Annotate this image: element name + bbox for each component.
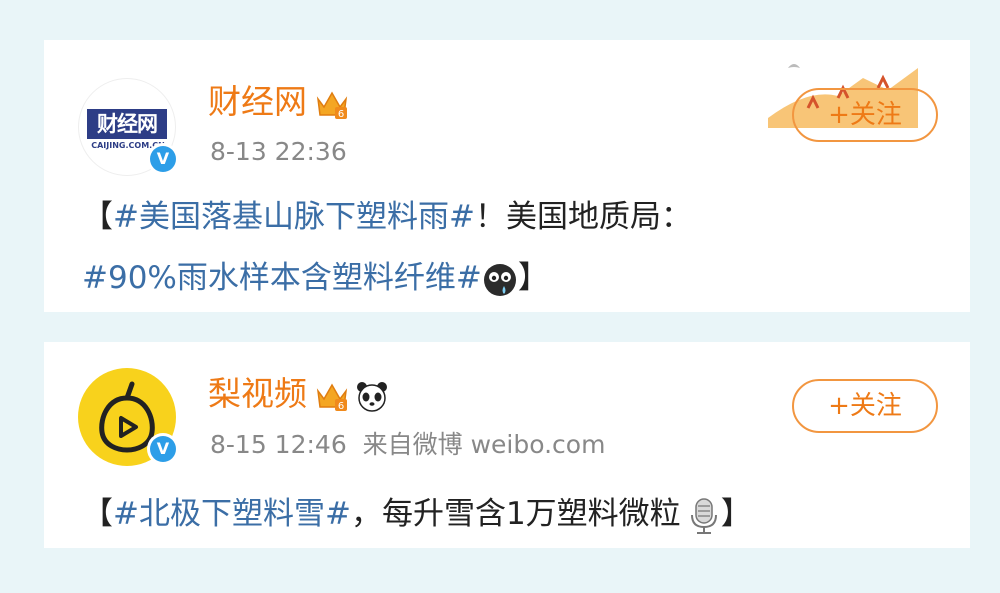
avatar-logo-text: 财经网 xyxy=(87,109,167,139)
hashtag-link[interactable]: #美国落基山脉下塑料雨# xyxy=(113,199,475,235)
username-text[interactable]: 梨视频 xyxy=(208,374,307,413)
crown-level-text: 6 xyxy=(338,109,344,120)
post-text: ！美国地质局： xyxy=(474,199,692,235)
follow-button[interactable]: +关注 xyxy=(792,88,938,142)
crown-level-icon: 6 xyxy=(316,382,348,412)
hashtag-link[interactable]: #北极下塑料雪# xyxy=(113,496,351,532)
username[interactable]: 梨视频 6 xyxy=(208,374,389,414)
bracket-open: 【 xyxy=(82,199,113,235)
post-text-line: 【#美国落基山脉下塑料雨#！美国地质局： xyxy=(82,197,692,237)
crown-level-icon: 6 xyxy=(316,90,348,120)
crown-level-text: 6 xyxy=(338,401,344,412)
follow-button[interactable]: +关注 xyxy=(792,379,938,433)
hashtag-link[interactable]: #90%雨水样本含塑料纤维# xyxy=(82,260,482,296)
username-text[interactable]: 财经网 xyxy=(208,82,307,121)
bracket-close: 】 xyxy=(720,496,752,532)
post-meta: 8-15 12:46 来自微博 weibo.com xyxy=(210,430,605,460)
post-text-line: 【#北极下塑料雪#，每升雪含1万塑料微粒 】 xyxy=(82,494,752,535)
microphone-icon xyxy=(690,497,717,534)
post-text: ，每升雪含1万塑料微粒 xyxy=(350,496,681,532)
weibo-post-card: 财经网 CAIJING.COM.CN V 财经网 6 8-13 22:36 +关… xyxy=(44,40,970,312)
verified-icon: V xyxy=(147,143,179,175)
weibo-post-card: V 梨视频 6 8-15 12:46 来自微博 weibo.com +关注 【#… xyxy=(44,342,970,548)
panda-icon xyxy=(357,381,387,412)
bracket-close: 】 xyxy=(517,260,549,296)
post-text-line: #90%雨水样本含塑料纤维# 】 xyxy=(82,258,549,298)
username[interactable]: 财经网 6 xyxy=(208,82,349,122)
verified-icon: V xyxy=(147,433,179,465)
post-time: 8-15 12:46 xyxy=(210,430,347,459)
post-source[interactable]: 来自微博 weibo.com xyxy=(363,430,606,459)
crying-face-icon xyxy=(483,263,516,296)
post-time: 8-13 22:36 xyxy=(210,137,347,166)
bracket-open: 【 xyxy=(82,496,113,532)
post-meta: 8-13 22:36 xyxy=(210,137,347,167)
